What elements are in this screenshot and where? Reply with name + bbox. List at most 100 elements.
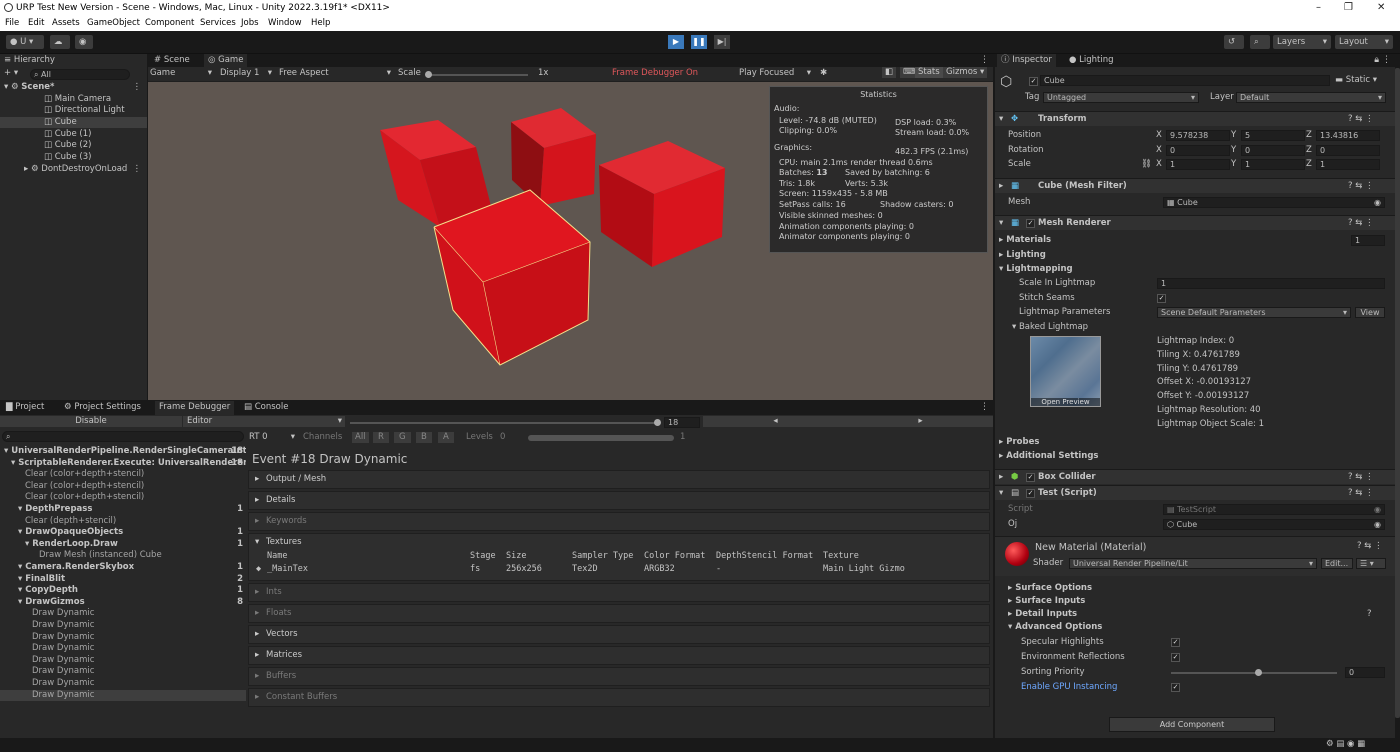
- axis-x-label[interactable]: X: [1156, 159, 1162, 170]
- slider-thumb[interactable]: [1255, 669, 1262, 676]
- link-icon[interactable]: ⛓: [1141, 159, 1152, 170]
- account-dropdown[interactable]: ● U ▾: [6, 35, 44, 49]
- event-tree-row[interactable]: Draw Dynamic: [0, 666, 246, 677]
- hierarchy-item[interactable]: ◫ Cube (2): [44, 140, 91, 151]
- transform-px-field[interactable]: 9.578238: [1166, 130, 1230, 141]
- axis-x-label[interactable]: X: [1156, 145, 1162, 156]
- transform-rz-field[interactable]: 0: [1316, 145, 1380, 156]
- event-tree-row[interactable]: Draw Dynamic: [0, 608, 246, 619]
- menu-services[interactable]: Services: [200, 18, 236, 28]
- close-button[interactable]: ✕: [1377, 2, 1385, 13]
- section-matrices[interactable]: ▸ Matrices: [248, 646, 990, 665]
- menu-file[interactable]: File: [5, 18, 19, 28]
- play-focused-dropdown[interactable]: Play Focused ▾: [739, 68, 811, 79]
- create-button[interactable]: + ▾: [4, 68, 18, 79]
- prev-event-button[interactable]: ◂: [703, 416, 848, 427]
- shader-options-button[interactable]: ☰ ▾: [1356, 558, 1386, 569]
- cloud-button[interactable]: ☁: [50, 35, 70, 49]
- event-tree-row[interactable]: Draw Dynamic: [0, 632, 246, 643]
- mesh-renderer-header[interactable]: ▾ ▦ ✓ Mesh Renderer? ⇆ ⋮: [995, 215, 1395, 230]
- axis-x-label[interactable]: X: [1156, 130, 1162, 141]
- layout-dropdown[interactable]: Layout ▾: [1335, 35, 1393, 49]
- gizmos-button[interactable]: Gizmos ▾: [943, 67, 988, 78]
- transform-sz-field[interactable]: 1: [1316, 159, 1380, 170]
- transform-ry-field[interactable]: 0: [1241, 145, 1305, 156]
- game-viewport[interactable]: Statistics Audio: Level: -74.8 dB (MUTED…: [148, 82, 993, 400]
- event-tree-row[interactable]: ▾ CopyDepth 1: [0, 585, 246, 596]
- transform-py-field[interactable]: 5: [1241, 130, 1305, 141]
- surface-inputs-foldout[interactable]: ▸ Surface Inputs: [1008, 596, 1085, 607]
- history-button[interactable]: ↺: [1224, 35, 1244, 49]
- axis-y-label[interactable]: Y: [1231, 159, 1236, 170]
- event-search-input[interactable]: ⌕: [2, 431, 244, 442]
- surface-options-foldout[interactable]: ▸ Surface Options: [1008, 583, 1092, 594]
- tag-dropdown[interactable]: Untagged ▾: [1043, 92, 1199, 103]
- disable-button[interactable]: Disable: [0, 416, 182, 427]
- transform-pz-field[interactable]: 13.43816: [1316, 130, 1380, 141]
- menu-component[interactable]: Component: [145, 18, 194, 28]
- menu-dots-icon[interactable]: ⋮: [1382, 55, 1391, 65]
- env-reflections-checkbox[interactable]: ✓: [1171, 652, 1180, 663]
- box-collider-header[interactable]: ▸ ⬢ ✓ Box Collider? ⇆ ⋮: [995, 469, 1395, 484]
- axis-z-label[interactable]: Z: [1306, 159, 1312, 170]
- event-tree-row[interactable]: ▾ FinalBlit 2: [0, 574, 246, 585]
- event-tree-row[interactable]: Clear (depth+stencil): [0, 516, 246, 527]
- tab-project-settings[interactable]: ⚙ Project Settings: [60, 401, 145, 414]
- component-menu-icons[interactable]: ? ⇆ ⋮: [1348, 218, 1374, 229]
- status-icons[interactable]: ⚙ ▤ ◉ ▦: [1326, 739, 1365, 750]
- specular-checkbox[interactable]: ✓: [1171, 637, 1180, 648]
- hierarchy-item[interactable]: ◫ Main Camera: [44, 94, 111, 105]
- event-tree-row[interactable]: ▾ ScriptableRenderer.Execute: UniversalR…: [0, 458, 246, 469]
- menu-edit[interactable]: Edit: [28, 18, 44, 28]
- sorting-priority-field[interactable]: 0: [1345, 667, 1385, 678]
- section-floats[interactable]: ▸ Floats: [248, 604, 990, 623]
- channel-b-button[interactable]: B: [416, 432, 432, 443]
- play-button[interactable]: ▶: [668, 35, 684, 49]
- menu-dots-icon[interactable]: ⋮: [980, 55, 989, 65]
- event-tree-row[interactable]: Draw Dynamic: [0, 620, 246, 631]
- menu-gameobject[interactable]: GameObject: [87, 18, 140, 28]
- section-output-mesh[interactable]: ▸ Output / Mesh: [248, 470, 990, 489]
- component-menu-icons[interactable]: ? ⇆ ⋮: [1348, 114, 1374, 125]
- axis-y-label[interactable]: Y: [1231, 130, 1236, 141]
- maximize-button[interactable]: ❐: [1344, 2, 1353, 13]
- transform-sx-field[interactable]: 1: [1166, 159, 1230, 170]
- tab-project[interactable]: ▇ Project: [2, 401, 48, 414]
- levels-slider[interactable]: [528, 435, 674, 441]
- lock-icon[interactable]: 🔒︎: [1374, 55, 1379, 65]
- object-picker-icon[interactable]: ◉: [1374, 198, 1381, 207]
- event-tree-row[interactable]: ▾ DrawOpaqueObjects 1: [0, 527, 246, 538]
- help-icon[interactable]: ?: [1367, 609, 1372, 620]
- probes-foldout[interactable]: ▸ Probes: [999, 437, 1039, 448]
- layers-dropdown[interactable]: Layers ▾: [1273, 35, 1331, 49]
- transform-rx-field[interactable]: 0: [1166, 145, 1230, 156]
- advanced-options-foldout[interactable]: ▾ Advanced Options: [1008, 622, 1102, 633]
- step-button[interactable]: ▶|: [714, 35, 730, 49]
- test-script-header[interactable]: ▾ ▤ ✓ Test (Script)? ⇆ ⋮: [995, 485, 1395, 500]
- editor-dropdown[interactable]: Editor ▾: [183, 416, 345, 427]
- event-tree-row[interactable]: Draw Dynamic: [0, 643, 246, 654]
- transform-header[interactable]: ▾ ✥ Transform? ⇆ ⋮: [995, 111, 1395, 126]
- tab-scene[interactable]: # Scene: [150, 54, 194, 67]
- scene-root[interactable]: ▾ ⚙ Scene* ⋮: [4, 82, 147, 93]
- scale-slider[interactable]: [425, 71, 528, 78]
- event-tree-row[interactable]: Clear (color+depth+stencil): [0, 469, 246, 480]
- section-details[interactable]: ▸ Details: [248, 491, 990, 510]
- section-constant-buffers[interactable]: ▸ Constant Buffers: [248, 688, 990, 707]
- menu-assets[interactable]: Assets: [52, 18, 80, 28]
- detail-inputs-foldout[interactable]: ▸ Detail Inputs: [1008, 609, 1077, 620]
- event-tree-row[interactable]: ▾ Camera.RenderSkybox 1: [0, 562, 246, 573]
- bug-icon[interactable]: ✱: [820, 68, 827, 79]
- transform-sy-field[interactable]: 1: [1241, 159, 1305, 170]
- stats-button[interactable]: Stats: [915, 67, 943, 78]
- sorting-priority-slider[interactable]: [1171, 669, 1337, 676]
- game-mode-dropdown[interactable]: Game ▾: [150, 68, 212, 79]
- event-tree-row[interactable]: Draw Dynamic: [0, 655, 246, 666]
- event-tree-row[interactable]: Clear (color+depth+stencil): [0, 492, 246, 503]
- additional-settings-foldout[interactable]: ▸ Additional Settings: [999, 451, 1099, 462]
- collab-button[interactable]: ◉: [75, 35, 93, 49]
- hierarchy-search-input[interactable]: ⌕ All: [30, 69, 130, 80]
- mesh-field[interactable]: ▦ Cube ◉: [1163, 197, 1385, 208]
- aspect-dropdown[interactable]: Free Aspect ▾: [279, 68, 391, 79]
- channel-g-button[interactable]: G: [394, 432, 411, 443]
